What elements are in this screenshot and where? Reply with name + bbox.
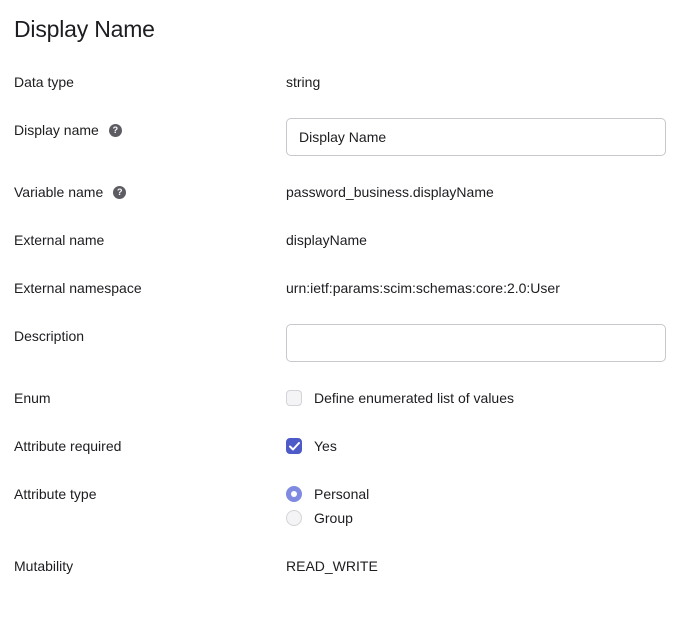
data-type-value: string: [286, 74, 321, 90]
external-name-value: displayName: [286, 232, 367, 248]
attribute-required-label-text: Attribute required: [14, 438, 122, 454]
question-circle-icon[interactable]: ?: [113, 185, 127, 199]
enum-option[interactable]: Define enumerated list of values: [286, 388, 514, 408]
attribute-required-label: Attribute required: [14, 436, 121, 456]
display-name-label: Display name ?: [14, 120, 122, 140]
personal-radio[interactable]: [286, 486, 302, 502]
enum-label-text: Enum: [14, 390, 51, 406]
attribute-type-label: Attribute type: [14, 484, 97, 504]
data-type-label-text: Data type: [14, 74, 74, 90]
enum-option-label: Define enumerated list of values: [314, 390, 514, 406]
variable-name-value: password_business.displayName: [286, 184, 494, 200]
attribute-type-option-group[interactable]: Group: [286, 508, 353, 528]
description-input[interactable]: [286, 324, 666, 362]
display-name-input[interactable]: [286, 118, 666, 156]
question-circle-icon[interactable]: ?: [108, 123, 122, 137]
external-namespace-label-text: External namespace: [14, 280, 142, 296]
attribute-type-option-personal[interactable]: Personal: [286, 484, 369, 504]
external-name-label: External name: [14, 230, 104, 250]
display-name-label-text: Display name: [14, 122, 99, 138]
mutability-value: READ_WRITE: [286, 558, 378, 574]
data-type-label: Data type: [14, 72, 74, 92]
variable-name-label: Variable name ?: [14, 182, 127, 202]
mutability-label: Mutability: [14, 556, 73, 576]
mutability-label-text: Mutability: [14, 558, 74, 574]
attribute-required-option-label: Yes: [314, 438, 337, 454]
external-namespace-value: urn:ietf:params:scim:schemas:core:2.0:Us…: [286, 280, 560, 296]
attribute-required-option[interactable]: Yes: [286, 436, 337, 456]
attribute-type-label-text: Attribute type: [14, 486, 97, 502]
description-label-text: Description: [14, 328, 85, 344]
group-radio-label: Group: [314, 510, 353, 526]
enum-label: Enum: [14, 388, 51, 408]
group-radio[interactable]: [286, 510, 302, 526]
page-title: Display Name: [14, 16, 155, 42]
description-label: Description: [14, 326, 84, 346]
enum-checkbox[interactable]: [286, 390, 302, 406]
attribute-required-checkbox[interactable]: [286, 438, 302, 454]
external-namespace-label: External namespace: [14, 278, 142, 298]
checkmark-icon: [288, 441, 300, 450]
variable-name-label-text: Variable name: [14, 184, 104, 200]
personal-radio-label: Personal: [314, 486, 370, 502]
external-name-label-text: External name: [14, 232, 105, 248]
